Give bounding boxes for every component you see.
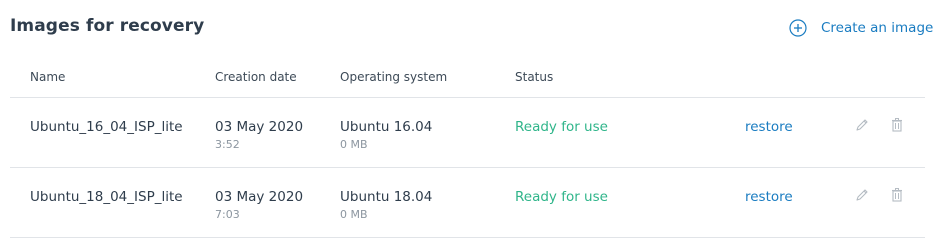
os-name: Ubuntu 18.04 xyxy=(340,189,433,205)
creation-date-value: 03 May 2020 xyxy=(215,189,304,205)
pencil-icon[interactable] xyxy=(854,117,870,133)
plus-circle-icon xyxy=(789,19,807,37)
trash-icon[interactable] xyxy=(889,117,905,133)
create-image-label: Create an image xyxy=(821,20,934,36)
restore-link[interactable]: restore xyxy=(745,189,793,205)
divider xyxy=(10,237,925,238)
operating-system: Ubuntu 18.04 0 MB xyxy=(340,189,432,221)
header-status: Status xyxy=(515,70,554,84)
operating-system: Ubuntu 16.04 0 MB xyxy=(340,119,432,151)
table-row: Ubuntu_18_04_ISP_lite 03 May 2020 7:03 U… xyxy=(0,167,941,237)
pencil-icon[interactable] xyxy=(854,187,870,203)
header-operating-system: Operating system xyxy=(340,70,448,84)
header-name: Name xyxy=(30,70,66,84)
restore-link[interactable]: restore xyxy=(745,119,793,135)
table-row: Ubuntu_16_04_ISP_lite 03 May 2020 3:52 U… xyxy=(0,97,941,167)
page-title: Images for recovery xyxy=(10,16,205,36)
creation-time: 3:52 xyxy=(215,138,240,151)
status-badge: Ready for use xyxy=(515,119,608,135)
create-image-button[interactable]: Create an image xyxy=(789,19,933,37)
image-name: Ubuntu_18_04_ISP_lite xyxy=(30,189,183,205)
os-name: Ubuntu 16.04 xyxy=(340,119,433,135)
creation-date: 03 May 2020 3:52 xyxy=(215,119,303,151)
header-creation-date: Creation date xyxy=(215,70,297,84)
trash-icon[interactable] xyxy=(889,187,905,203)
status-badge: Ready for use xyxy=(515,189,608,205)
creation-date-value: 03 May 2020 xyxy=(215,119,304,135)
creation-date: 03 May 2020 7:03 xyxy=(215,189,303,221)
image-size: 0 MB xyxy=(340,208,368,221)
creation-time: 7:03 xyxy=(215,208,240,221)
image-name: Ubuntu_16_04_ISP_lite xyxy=(30,119,183,135)
image-size: 0 MB xyxy=(340,138,368,151)
